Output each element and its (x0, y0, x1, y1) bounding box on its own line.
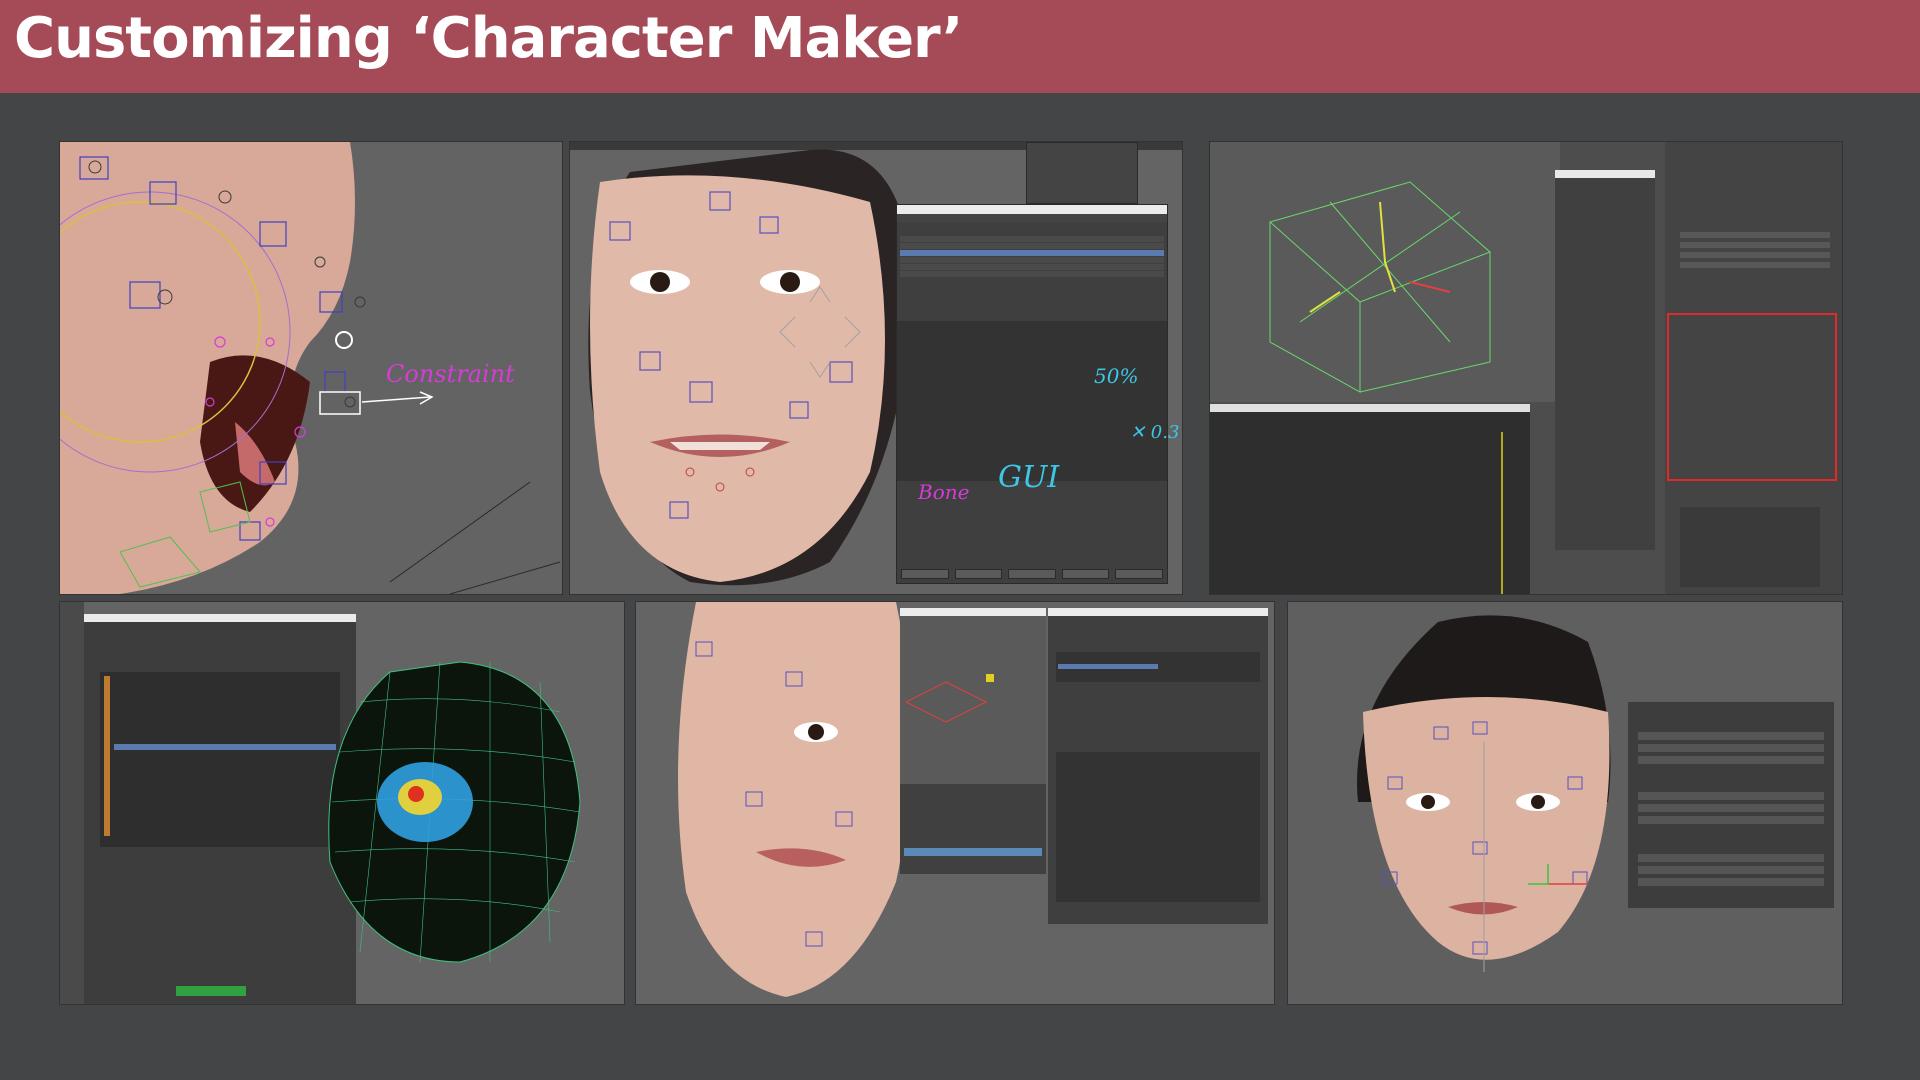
face-front-viewport (1357, 615, 1834, 972)
editor-button[interactable] (1061, 569, 1110, 579)
wireframe-viewport (1210, 142, 1842, 594)
screenshot-expression-editor: 50% ✕ 0.3 Bone GUI (569, 141, 1183, 595)
bone-annotation: Bone (918, 480, 970, 504)
window-menu-bar (897, 214, 1167, 222)
expression-list[interactable] (897, 236, 1167, 277)
editor-button[interactable] (1008, 569, 1056, 579)
percent-annotation: 50% (1094, 364, 1139, 388)
outliner-window (1026, 142, 1138, 204)
expression-editor-window (896, 204, 1168, 584)
expression-code-area[interactable] (897, 321, 1167, 481)
screenshot-mouth-constraint: Constraint (59, 141, 563, 595)
editor-button-row (901, 569, 1163, 579)
window-title-bar (897, 205, 1167, 214)
constraint-annotation: Constraint (386, 360, 515, 388)
editor-button[interactable] (1115, 569, 1163, 579)
slide-title: Customizing ‘Character Maker’ (14, 6, 963, 71)
slide-header: Customizing ‘Character Maker’ (0, 0, 1920, 93)
editor-button[interactable] (901, 569, 949, 579)
screenshot-face-rig-controls (1287, 601, 1843, 1005)
editor-button[interactable] (954, 569, 1003, 579)
multiplier-annotation: ✕ 0.3 (1130, 422, 1180, 443)
weights-viewport (60, 602, 581, 1004)
gui-annotation: GUI (998, 460, 1060, 495)
face-threequarter-viewport (678, 602, 1268, 997)
screenshot-wireframe-attributes (1209, 141, 1843, 595)
screenshot-skin-weights (59, 601, 625, 1005)
screenshot-outliner-expression (635, 601, 1275, 1005)
